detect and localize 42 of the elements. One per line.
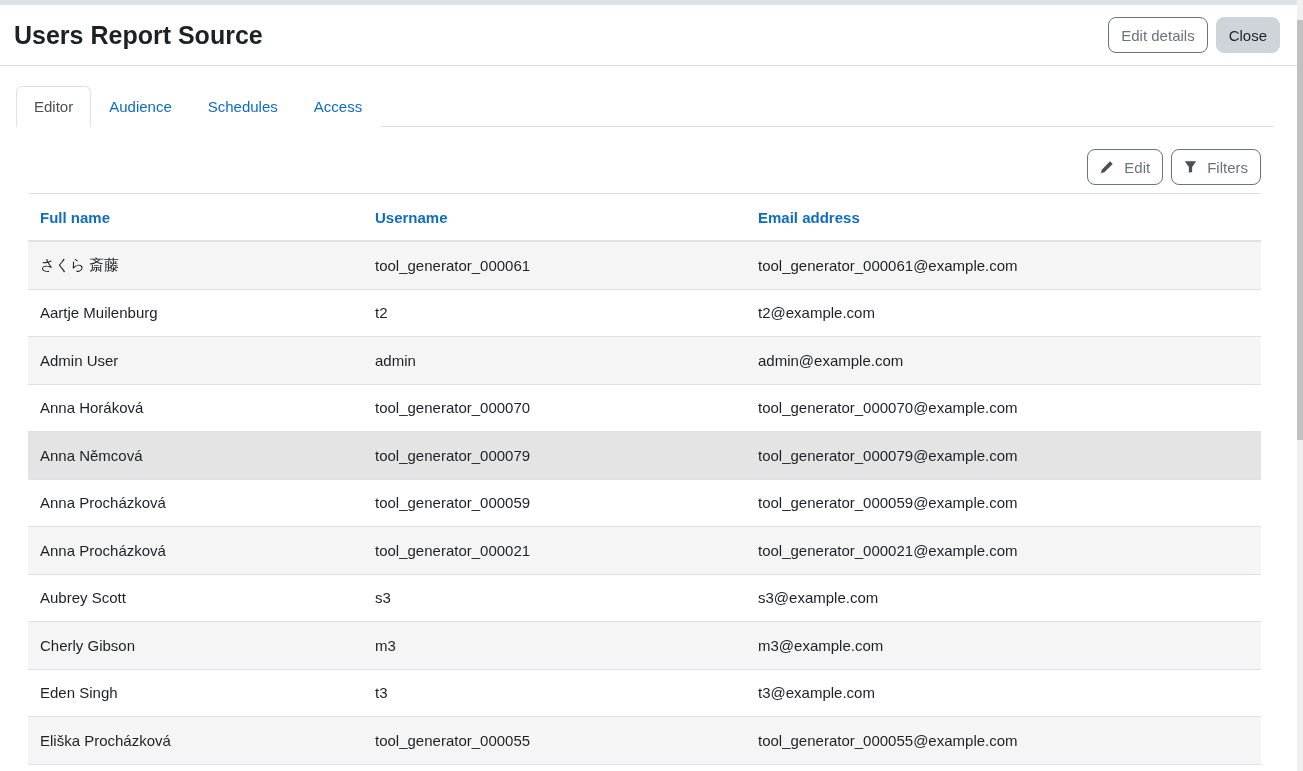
- table-cell: さくら 斎藤: [28, 241, 363, 289]
- table-cell: Aubrey Scott: [28, 574, 363, 622]
- table-cell: tool_generator_000059: [363, 479, 746, 527]
- table-cell: Anna Procházková: [28, 526, 363, 574]
- table-cell: Cherly Gibson: [28, 621, 363, 669]
- table-cell: t2@example.com: [746, 289, 1261, 337]
- tab[interactable]: Editor: [16, 86, 92, 127]
- scrollbar[interactable]: [1297, 0, 1303, 771]
- edit-button[interactable]: Edit: [1087, 149, 1164, 185]
- table-cell: Anna Procházková: [28, 479, 363, 527]
- table-cell: admin: [363, 336, 746, 384]
- table-cell: s3: [363, 574, 746, 622]
- table-cell: Aartje Muilenburg: [28, 289, 363, 337]
- table-cell: m3: [363, 621, 746, 669]
- table-cell: tool_generator_000059@example.com: [746, 479, 1261, 527]
- table-cell: tool_generator_000070: [363, 384, 746, 432]
- table-cell: admin@example.com: [746, 336, 1261, 384]
- table-cell: tool_generator_000079@example.com: [746, 431, 1261, 479]
- table-cell: tool_generator_000055: [363, 716, 746, 764]
- edit-details-button[interactable]: Edit details: [1108, 17, 1208, 53]
- table-cell: t3: [363, 669, 746, 717]
- filters-button[interactable]: Filters: [1171, 149, 1261, 185]
- filter-icon: [1184, 160, 1198, 174]
- table-cell: Admin User: [28, 336, 363, 384]
- table-cell: s3@example.com: [746, 574, 1261, 622]
- dialog-title: Users Report Source: [14, 20, 263, 50]
- table-cell: tool_generator_000070@example.com: [746, 384, 1261, 432]
- table-cell: tool_generator_000061@example.com: [746, 241, 1261, 289]
- table-cell: tool_generator_000079: [363, 431, 746, 479]
- table-cell: tool_generator_000021@example.com: [746, 526, 1261, 574]
- table-cell: tool_generator_000061: [363, 241, 746, 289]
- close-button[interactable]: Close: [1215, 17, 1280, 53]
- table-cell: t2: [363, 289, 746, 337]
- table-cell: Eliška Procházková: [28, 716, 363, 764]
- table-cell: tool_generator_000021: [363, 526, 746, 574]
- table-cell: Anna Němcová: [28, 431, 363, 479]
- table-cell: tool_generator_000055@example.com: [746, 716, 1261, 764]
- table-cell: m3@example.com: [746, 621, 1261, 669]
- table-cell: Eden Singh: [28, 669, 363, 717]
- table-cell: Anna Horáková: [28, 384, 363, 432]
- pencil-icon: [1100, 160, 1115, 174]
- table-cell: t3@example.com: [746, 669, 1261, 717]
